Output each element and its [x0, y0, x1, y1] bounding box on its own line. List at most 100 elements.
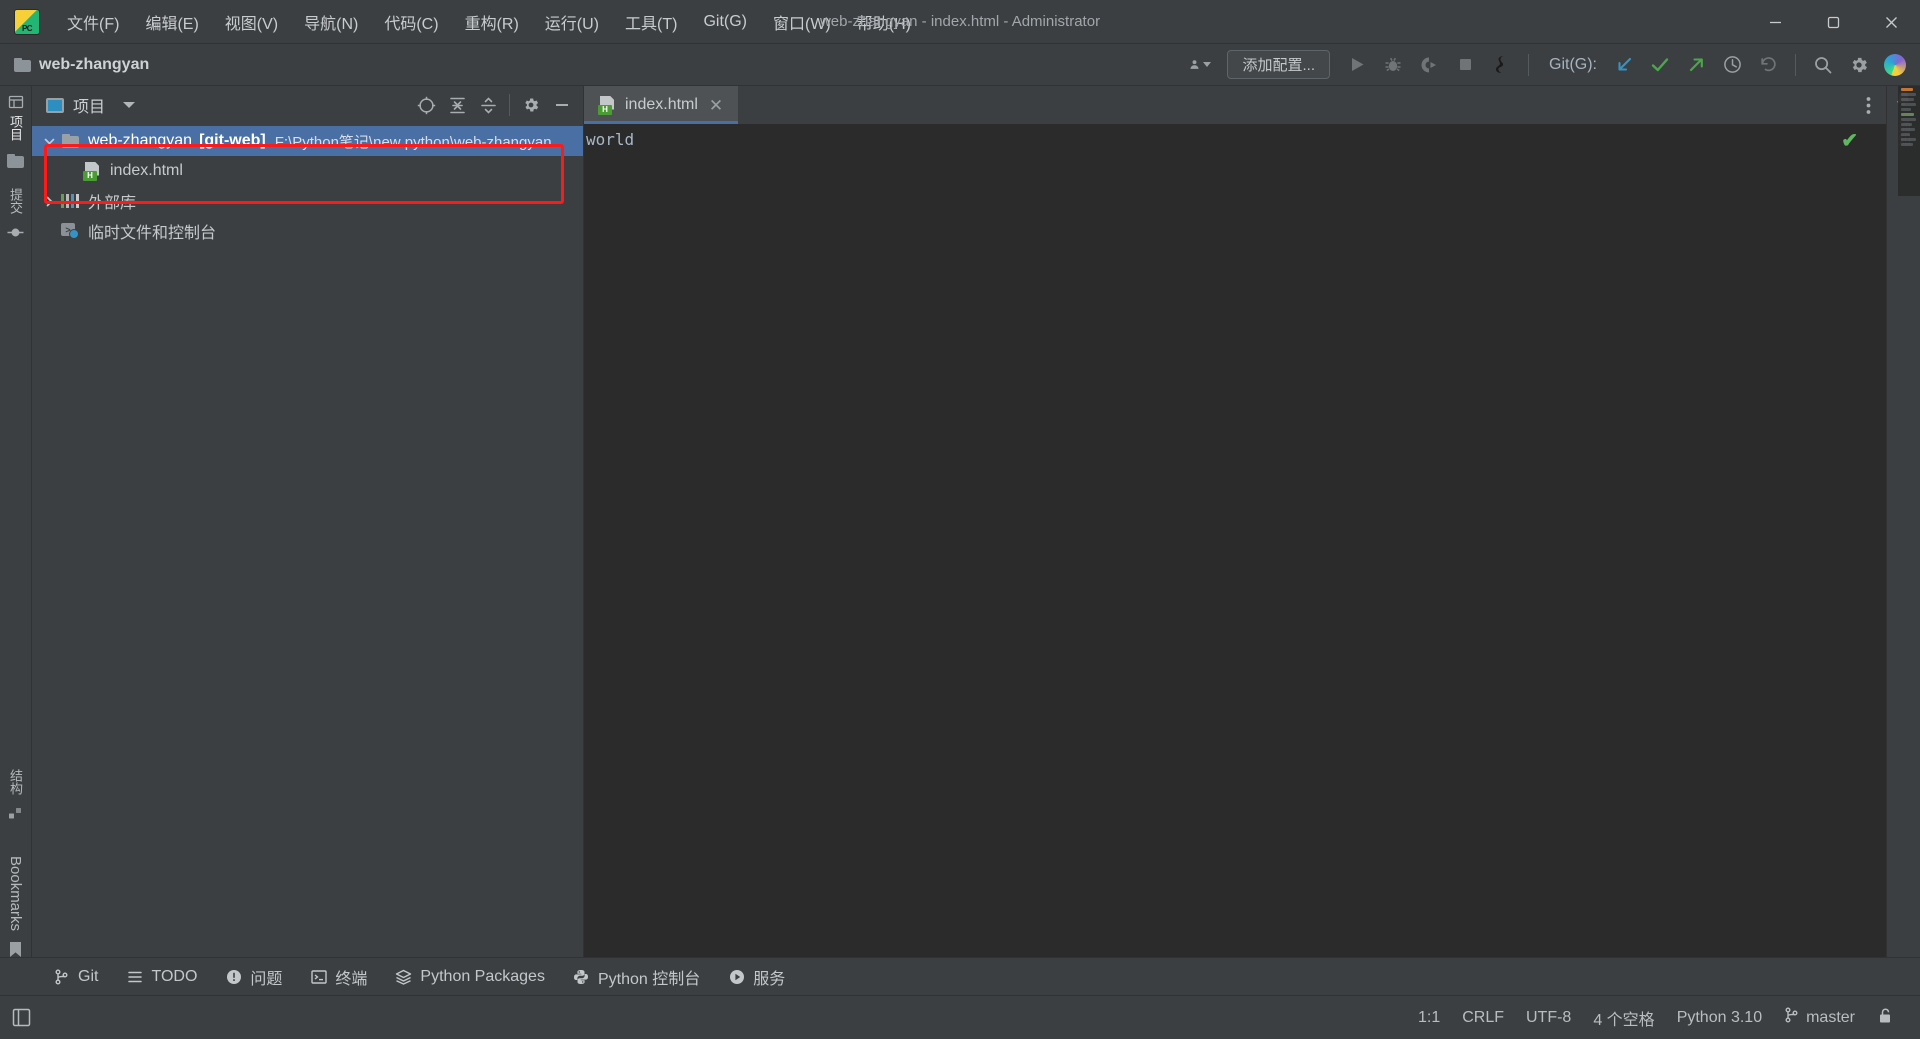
sidebar-tab-commit[interactable]: 提交	[6, 180, 25, 218]
gear-icon[interactable]	[1842, 50, 1876, 80]
git-update-project-icon[interactable]	[1607, 50, 1641, 80]
menu-refactor[interactable]: 重构(R)	[452, 5, 532, 39]
tree-row-external-libraries[interactable]: 外部库	[32, 186, 583, 216]
run-with-coverage-icon[interactable]	[1412, 50, 1446, 80]
html-file-icon-badge: H	[598, 105, 612, 115]
menu-view[interactable]: 视图(V)	[212, 5, 291, 39]
debug-icon[interactable]	[1376, 50, 1410, 80]
commit-icon[interactable]	[7, 224, 24, 246]
status-interpreter[interactable]: Python 3.10	[1666, 1005, 1773, 1031]
maximize-button[interactable]	[1804, 0, 1862, 44]
structure-icon[interactable]	[8, 805, 24, 826]
project-tree[interactable]: web-zhangyan [git-web] F:\Python笔记\new p…	[32, 124, 583, 967]
search-everywhere-icon[interactable]	[1806, 50, 1840, 80]
editor-body[interactable]: world ✔	[584, 124, 1886, 981]
git-rollback-icon[interactable]	[1751, 50, 1785, 80]
code-pane[interactable]: world ✔	[584, 124, 1886, 981]
tree-row-scratches[interactable]: > 临时文件和控制台	[32, 216, 583, 246]
folder-icon	[60, 134, 80, 148]
git-branch-icon	[1784, 1007, 1799, 1028]
sidebar-tab-commit-label: 提交	[6, 188, 25, 214]
toolwindow-git[interactable]: Git	[42, 964, 109, 990]
minimap-line	[1901, 88, 1913, 91]
stop-icon[interactable]	[1448, 50, 1482, 80]
toolwindow-todo[interactable]: TODO	[115, 964, 208, 990]
target-icon[interactable]	[411, 91, 441, 119]
run-icon[interactable]	[1340, 50, 1374, 80]
sidebar-tab-structure[interactable]: 结构	[6, 761, 25, 799]
menu-code[interactable]: 代码(C)	[371, 5, 451, 39]
status-line-separator[interactable]: CRLF	[1451, 1005, 1515, 1031]
toolwindow-services[interactable]: 服务	[717, 961, 796, 993]
sidebar-tab-structure-label: 结构	[6, 769, 25, 795]
collapse-all-icon[interactable]	[473, 91, 503, 119]
toolwindow-terminal[interactable]: 终端	[299, 961, 378, 993]
more-options-icon[interactable]	[1850, 86, 1886, 124]
git-push-icon[interactable]	[1679, 50, 1713, 80]
profiler-icon[interactable]	[1484, 50, 1518, 80]
code-line-1: world	[584, 130, 634, 149]
tree-row-project-root-tag: [git-web]	[199, 132, 266, 150]
tree-row-scratches-label: 临时文件和控制台	[88, 219, 216, 243]
menu-navigate[interactable]: 导航(N)	[291, 5, 371, 39]
tree-row-project-root-path: F:\Python笔记\new python\web-zhangyan	[275, 131, 552, 152]
tree-row-index-html[interactable]: H index.html	[32, 156, 583, 186]
status-git-branch[interactable]: master	[1773, 1003, 1866, 1032]
avatar	[1884, 54, 1906, 76]
minimize-button[interactable]	[1746, 0, 1804, 44]
gear-icon[interactable]	[516, 91, 546, 119]
status-readonly-toggle[interactable]	[1866, 1003, 1904, 1033]
project-panel-actions	[411, 91, 577, 119]
menu-file[interactable]: 文件(F)	[54, 5, 132, 39]
sidebar-tab-bookmarks[interactable]: Bookmarks	[7, 848, 24, 935]
menu-tools[interactable]: 工具(T)	[612, 5, 690, 39]
editor-tab-index-html[interactable]: H index.html ✕	[584, 86, 738, 124]
close-icon[interactable]: ✕	[707, 95, 725, 116]
tool-window-bar: Git TODO 问题 终端 Python Packages	[0, 957, 1920, 995]
user-avatar-icon[interactable]	[1878, 50, 1912, 80]
sidebar-tab-bookmarks-label: Bookmarks	[7, 856, 24, 931]
hide-panel-button[interactable]	[547, 91, 577, 119]
packages-icon	[395, 968, 412, 985]
minimap-line	[1901, 128, 1915, 131]
status-file-encoding[interactable]: UTF-8	[1515, 1005, 1582, 1031]
git-history-icon[interactable]	[1715, 50, 1749, 80]
menu-git[interactable]: Git(G)	[690, 8, 760, 36]
add-configuration-button[interactable]: 添加配置...	[1227, 50, 1330, 79]
toolwindow-python-packages[interactable]: Python Packages	[384, 964, 556, 990]
chevron-down-icon[interactable]	[38, 135, 60, 148]
toggle-toolwindows-icon[interactable]	[0, 1008, 42, 1027]
expand-all-icon[interactable]	[442, 91, 472, 119]
user-account-icon[interactable]	[1183, 50, 1217, 80]
menu-window[interactable]: 窗口(W)	[760, 5, 844, 39]
toolwindow-python-console[interactable]: Python 控制台	[562, 961, 711, 993]
menu-help[interactable]: 帮助(H)	[844, 5, 924, 39]
breadcrumb[interactable]: web-zhangyan	[14, 56, 149, 74]
menu-run[interactable]: 运行(U)	[532, 5, 612, 39]
left-tool-strip: 项目 提交 结构 Bookmarks	[0, 86, 32, 981]
editor-minimap[interactable]	[1898, 86, 1920, 196]
minimap-line	[1901, 113, 1914, 116]
status-bar: 1:1 CRLF UTF-8 4 个空格 Python 3.10 master	[0, 995, 1920, 1039]
html-file-icon-badge: H	[83, 171, 97, 181]
toolwindow-problems[interactable]: 问题	[214, 961, 293, 993]
status-indent[interactable]: 4 个空格	[1582, 1002, 1665, 1034]
menu-edit[interactable]: 编辑(E)	[132, 5, 211, 39]
main-toolbar: web-zhangyan 添加配置...	[0, 44, 1920, 86]
terminal-icon	[310, 968, 327, 985]
sidebar-tab-project[interactable]: 项目	[6, 86, 25, 145]
inspections-ok-icon[interactable]: ✔	[1841, 128, 1858, 153]
git-commit-icon[interactable]	[1643, 50, 1677, 80]
status-git-branch-label: master	[1806, 1009, 1855, 1027]
status-caret-position[interactable]: 1:1	[1407, 1005, 1451, 1031]
chevron-down-icon[interactable]	[123, 102, 135, 108]
project-icon	[8, 94, 24, 110]
tree-row-project-root[interactable]: web-zhangyan [git-web] F:\Python笔记\new p…	[32, 126, 583, 156]
close-button[interactable]	[1862, 0, 1920, 44]
editor-vertical-scrollbar[interactable]	[1872, 124, 1886, 981]
right-tool-strip: 通知	[1886, 86, 1920, 981]
status-bar-right: 1:1 CRLF UTF-8 4 个空格 Python 3.10 master	[1407, 1002, 1920, 1034]
chevron-right-icon[interactable]	[38, 195, 60, 208]
git-branch-icon	[53, 968, 70, 985]
minimap-line	[1901, 138, 1916, 141]
